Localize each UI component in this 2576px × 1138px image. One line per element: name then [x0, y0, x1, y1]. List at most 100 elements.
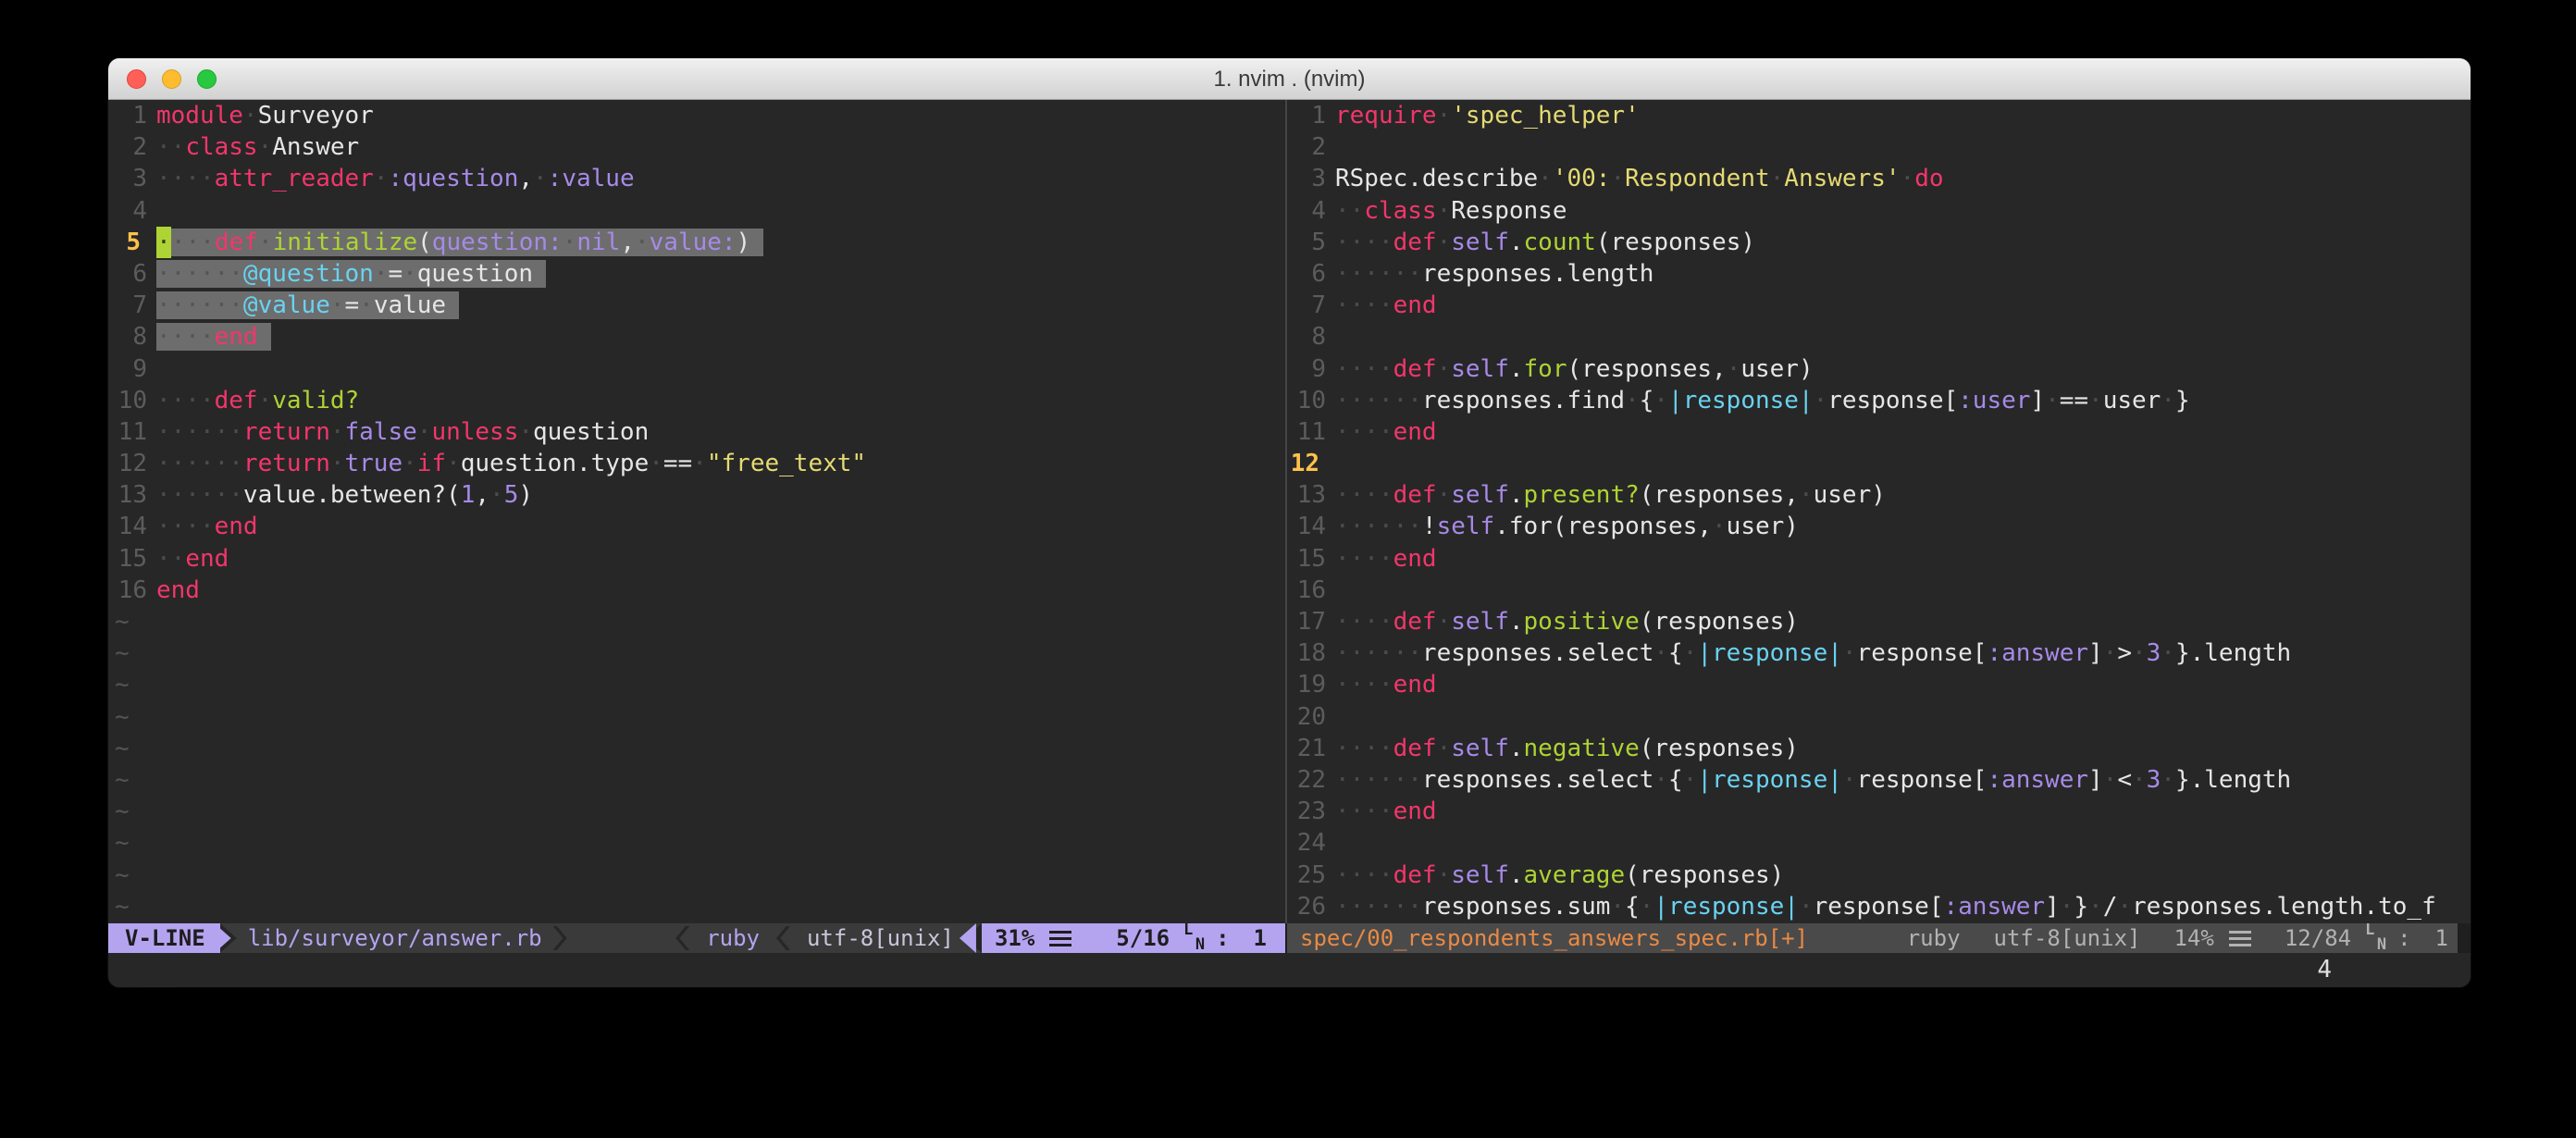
line-number: 3 [1287, 163, 1335, 194]
line-number: 10 [1287, 385, 1335, 416]
active-file-name: lib/surveyor/answer.rb [242, 925, 542, 951]
code-line: 14····end [108, 511, 1285, 542]
code-line: 7····end [1287, 290, 2471, 321]
empty-line-tilde: ~ [108, 764, 1285, 796]
cursor: · [156, 227, 171, 258]
statusline-active: V-LINE lib/surveyor/answer.rb ruby utf-8… [108, 923, 1285, 953]
line-number: 4 [1287, 195, 1335, 227]
code-line: 7······@value·=·value [108, 290, 1285, 321]
empty-line-tilde: ~ [108, 701, 1285, 733]
line-number: 1 [108, 100, 156, 131]
line-number-icon [2364, 924, 2386, 952]
position-section: 31% 5/16 : 1 [982, 923, 1285, 953]
line-number: 17 [1287, 606, 1335, 637]
line-number: 14 [1287, 511, 1335, 542]
line-number: 1 [1287, 100, 1335, 131]
code-line: 11····end [1287, 416, 2471, 448]
line-position: 5/16 [1116, 925, 1170, 951]
colon: : [1216, 925, 1229, 951]
nvim-editor: 1module·Surveyor2··class·Answer3····attr… [108, 100, 2471, 923]
position-group: 12/84 : 1 [2285, 924, 2448, 952]
line-number: 18 [1287, 637, 1335, 669]
code-line: 17····def·self.positive(responses) [1287, 606, 2471, 637]
filetype-label: ruby [1907, 925, 1961, 951]
window-titlebar[interactable]: 1. nvim . (nvim) [108, 58, 2471, 100]
line-number: 10 [108, 385, 156, 416]
code-line: 12 [1287, 448, 2471, 479]
scroll-percent-group: 14% [2174, 925, 2250, 951]
scroll-percent: 31% [995, 925, 1034, 951]
line-number: 6 [1287, 258, 1335, 290]
code-line: 20 [1287, 701, 2471, 733]
code-line: 3RSpec.describe·'00:·Respondent·Answers'… [1287, 163, 2471, 194]
line-number: 2 [108, 131, 156, 163]
line-number: 23 [1287, 796, 1335, 827]
powerline-separator-icon [960, 923, 982, 953]
statusline-inactive: spec/00_respondents_answers_spec.rb[+] r… [1287, 923, 2458, 953]
line-number: 8 [1287, 321, 1335, 353]
line-number: 3 [108, 163, 156, 194]
command-line: 4 [108, 953, 2471, 987]
chevron-left-icon [675, 926, 689, 950]
line-number: 7 [1287, 290, 1335, 321]
line-number: 13 [1287, 479, 1335, 511]
code-line: 8····end [108, 321, 1285, 353]
line-number: 12 [108, 448, 156, 479]
code-line: 6······@question·=·question [108, 258, 1285, 290]
code-line: 12······return·true·if·question.type·==·… [108, 448, 1285, 479]
line-number: 4 [108, 195, 156, 227]
line-number: 8 [108, 321, 156, 353]
code-line: 23····end [1287, 796, 2471, 827]
line-number: 11 [1287, 416, 1335, 448]
filetype-label: ruby [700, 925, 765, 951]
mode-indicator: V-LINE [108, 923, 220, 953]
line-number: 5 [108, 227, 156, 258]
code-line: 9 [108, 353, 1285, 385]
code-line: 14······!self.for(responses,·user) [1287, 511, 2471, 542]
encoding-label: utf-8[unix] [1994, 925, 2141, 951]
code-line: 24 [1287, 827, 2471, 859]
chevron-left-icon [776, 926, 790, 950]
editor-pane-left[interactable]: 1module·Surveyor2··class·Answer3····attr… [108, 100, 1285, 923]
code-line: 15··end [108, 543, 1285, 575]
line-position: 12/84 [2285, 925, 2351, 951]
line-number-icon [1183, 924, 1205, 952]
code-line: 26······responses.sum·{·|response|·respo… [1287, 891, 2471, 922]
line-number: 7 [108, 290, 156, 321]
line-number: 25 [1287, 860, 1335, 891]
empty-line-tilde: ~ [108, 891, 1285, 922]
line-number: 24 [1287, 827, 1335, 859]
window-title: 1. nvim . (nvim) [108, 58, 2471, 100]
editor-pane-right[interactable]: 1require·'spec_helper'23RSpec.describe·'… [1287, 100, 2471, 923]
empty-line-tilde: ~ [108, 827, 1285, 859]
code-line: 11······return·false·unless·question [108, 416, 1285, 448]
empty-line-tilde: ~ [108, 606, 1285, 637]
inactive-file-name: spec/00_respondents_answers_spec.rb[+] [1287, 925, 1808, 951]
line-number: 5 [1287, 227, 1335, 258]
line-number: 15 [108, 543, 156, 575]
terminal-window: 1. nvim . (nvim) 1module·Surveyor2··clas… [108, 58, 2471, 987]
empty-line-tilde: ~ [108, 733, 1285, 764]
code-line: 10····def·valid? [108, 385, 1285, 416]
code-line: 4··class·Response [1287, 195, 2471, 227]
powerline-separator-icon [220, 923, 242, 953]
line-number: 15 [1287, 543, 1335, 575]
column-number: 1 [1254, 925, 1267, 951]
code-line: 1require·'spec_helper' [1287, 100, 2471, 131]
empty-line-tilde: ~ [108, 637, 1285, 669]
line-number: 16 [108, 575, 156, 606]
code-line: 2 [1287, 131, 2471, 163]
empty-line-tilde: ~ [108, 860, 1285, 891]
chevron-right-icon [553, 926, 567, 950]
code-line: 6······responses.length [1287, 258, 2471, 290]
code-line: 16end [108, 575, 1285, 606]
line-number: 2 [1287, 131, 1335, 163]
code-line: 16 [1287, 575, 2471, 606]
code-line: 18······responses.select·{·|response|·re… [1287, 637, 2471, 669]
line-number: 14 [108, 511, 156, 542]
pending-command: 4 [2317, 953, 2332, 987]
empty-line-tilde: ~ [108, 796, 1285, 827]
code-line: 1module·Surveyor [108, 100, 1285, 131]
colon: : [2397, 925, 2410, 951]
line-number: 12 [1287, 448, 1335, 479]
